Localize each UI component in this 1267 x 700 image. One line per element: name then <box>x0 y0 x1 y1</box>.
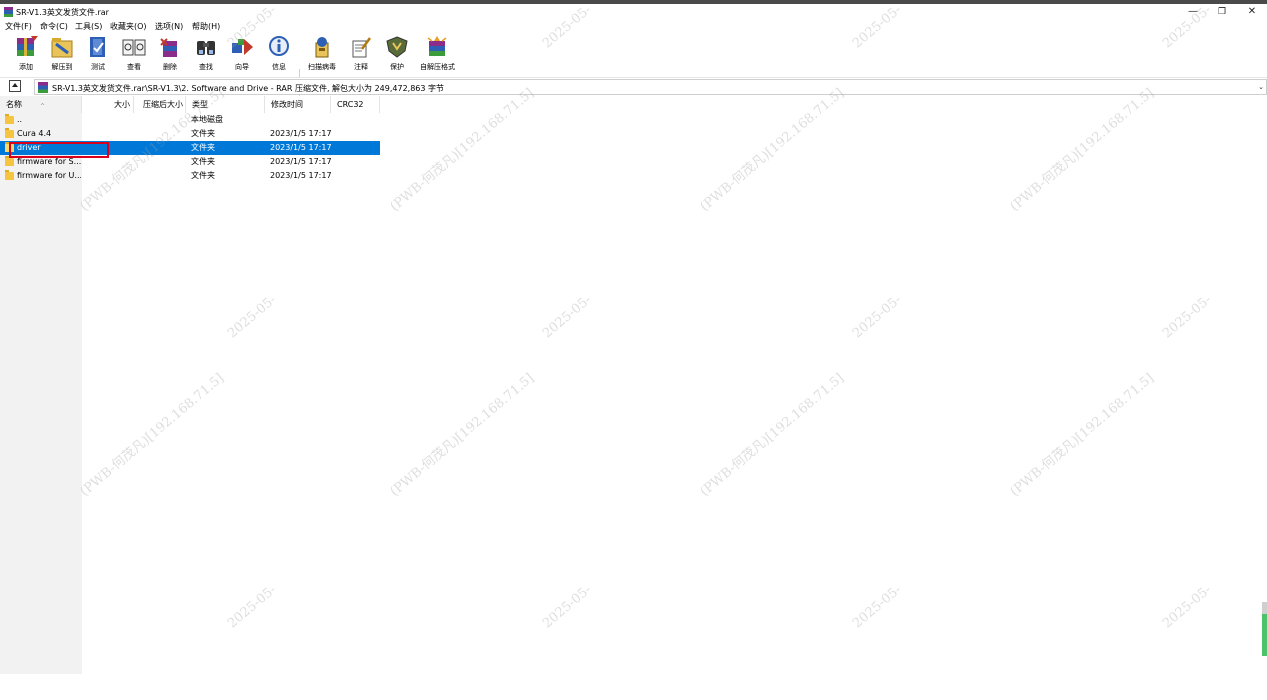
menu-file[interactable]: 文件(F) <box>5 21 32 32</box>
virus-scan-label: 扫描病毒 <box>308 63 336 71</box>
item-modified: 2023/1/5 17:17 <box>270 171 332 180</box>
item-type: 本地磁盘 <box>191 115 223 124</box>
item-name: Cura 4.4 <box>17 129 52 138</box>
virus-scan-icon <box>315 37 329 58</box>
virus-scan-button[interactable]: 扫描病毒 <box>305 35 339 73</box>
find-button[interactable]: 查找 <box>189 35 223 73</box>
folder-icon <box>5 156 14 166</box>
close-button[interactable]: ✕ <box>1237 4 1267 20</box>
up-folder-button[interactable] <box>9 80 21 92</box>
comment-button[interactable]: 注释 <box>344 35 378 73</box>
protect-label: 保护 <box>390 63 404 71</box>
item-type: 文件夹 <box>191 171 215 180</box>
column-name-label: 名称 <box>6 100 22 109</box>
item-modified <box>270 113 334 127</box>
column-header-packed[interactable]: 压缩后大小 <box>134 96 186 113</box>
column-header-modified[interactable]: 修改时间 <box>265 96 331 113</box>
comment-label: 注释 <box>354 63 368 71</box>
sfx-label: 自解压格式 <box>420 63 455 71</box>
wizard-button[interactable]: 向导 <box>225 35 259 73</box>
folder-icon <box>5 170 14 180</box>
add-archive-icon <box>17 36 38 56</box>
folder-icon <box>5 128 14 138</box>
list-item[interactable]: Cura 4.4 文件夹 2023/1/5 17:17 <box>0 127 380 141</box>
window-title: SR-V1.3英文发货文件.rar <box>16 8 109 17</box>
delete-button[interactable]: 删除 <box>153 35 187 73</box>
add-button[interactable]: 添加 <box>9 35 43 73</box>
view-icon <box>122 39 146 56</box>
column-header-type[interactable]: 类型 <box>186 96 265 113</box>
extract-to-button[interactable]: 解压到 <box>45 35 79 73</box>
delete-label: 删除 <box>163 63 177 71</box>
archive-icon <box>38 82 48 93</box>
protect-icon <box>386 36 408 58</box>
column-header-size[interactable]: 大小 <box>82 96 134 113</box>
info-button[interactable]: 信息 <box>262 35 296 73</box>
item-type: 文件夹 <box>191 143 215 152</box>
sfx-icon <box>427 36 447 56</box>
extract-to-icon <box>51 38 73 58</box>
info-label: 信息 <box>272 63 286 71</box>
delete-icon <box>160 38 177 57</box>
menu-bar: 文件(F) 命令(C) 工具(S) 收藏夹(O) 选项(N) 帮助(H) <box>0 20 1267 33</box>
item-name: .. <box>17 115 23 124</box>
list-item[interactable]: .. 本地磁盘 <box>0 113 380 127</box>
parent-folder-icon <box>5 114 14 124</box>
view-label: 查看 <box>127 63 141 71</box>
wizard-label: 向导 <box>235 63 249 71</box>
info-icon <box>269 36 289 56</box>
menu-tools[interactable]: 工具(S) <box>75 21 102 32</box>
item-modified: 2023/1/5 17:17 <box>270 129 332 138</box>
protect-button[interactable]: 保护 <box>380 35 414 73</box>
column-header-name[interactable]: 名称 ^ <box>0 96 82 113</box>
minimize-button[interactable]: — <box>1178 4 1208 20</box>
find-label: 查找 <box>199 63 213 71</box>
test-label: 测试 <box>91 63 105 71</box>
comment-icon <box>352 37 372 58</box>
extract-to-label: 解压到 <box>51 63 73 71</box>
winrar-app-icon <box>4 7 13 17</box>
menu-favorites[interactable]: 收藏夹(O) <box>110 21 147 32</box>
test-button[interactable]: 测试 <box>81 35 115 73</box>
menu-help[interactable]: 帮助(H) <box>192 21 220 32</box>
list-item[interactable]: firmware for U... 文件夹 2023/1/5 17:17 <box>0 169 380 183</box>
view-button[interactable]: 查看 <box>117 35 151 73</box>
scroll-indicator[interactable] <box>1262 614 1267 656</box>
sfx-button[interactable]: 自解压格式 <box>420 35 455 73</box>
item-name: firmware for U... <box>17 171 81 180</box>
annotation-highlight-box <box>9 142 109 158</box>
path-dropdown-icon[interactable]: ⌄ <box>1258 83 1264 91</box>
item-modified: 2023/1/5 17:17 <box>270 157 332 166</box>
column-header-crc[interactable]: CRC32 <box>331 96 380 113</box>
test-icon <box>90 37 105 57</box>
scroll-indicator-track <box>1262 602 1267 614</box>
file-list: 名称 ^ 大小 压缩后大小 类型 修改时间 CRC32 .. 本地磁盘 Cura… <box>0 96 1267 700</box>
address-bar: SR-V1.3英文发货文件.rar\SR-V1.3\2. Software an… <box>0 77 1267 95</box>
item-type: 文件夹 <box>191 157 215 166</box>
item-type: 文件夹 <box>191 129 215 138</box>
wizard-icon <box>232 39 253 55</box>
title-bar: SR-V1.3英文发货文件.rar — ❐ ✕ <box>0 4 1267 20</box>
find-icon <box>197 41 215 55</box>
maximize-button[interactable]: ❐ <box>1207 4 1237 20</box>
item-modified: 2023/1/5 17:17 <box>270 143 332 152</box>
path-field[interactable]: SR-V1.3英文发货文件.rar\SR-V1.3\2. Software an… <box>34 79 1267 95</box>
add-label: 添加 <box>19 63 33 71</box>
menu-options[interactable]: 选项(N) <box>155 21 183 32</box>
path-text: SR-V1.3英文发货文件.rar\SR-V1.3\2. Software an… <box>52 84 445 93</box>
list-header: 名称 ^ 大小 压缩后大小 类型 修改时间 CRC32 <box>0 96 380 113</box>
toolbar: 添加 解压到 测试 查看 删除 查找 向导 信息 扫描病毒 注释 保护 自解压格… <box>0 33 1267 105</box>
menu-commands[interactable]: 命令(C) <box>40 21 68 32</box>
